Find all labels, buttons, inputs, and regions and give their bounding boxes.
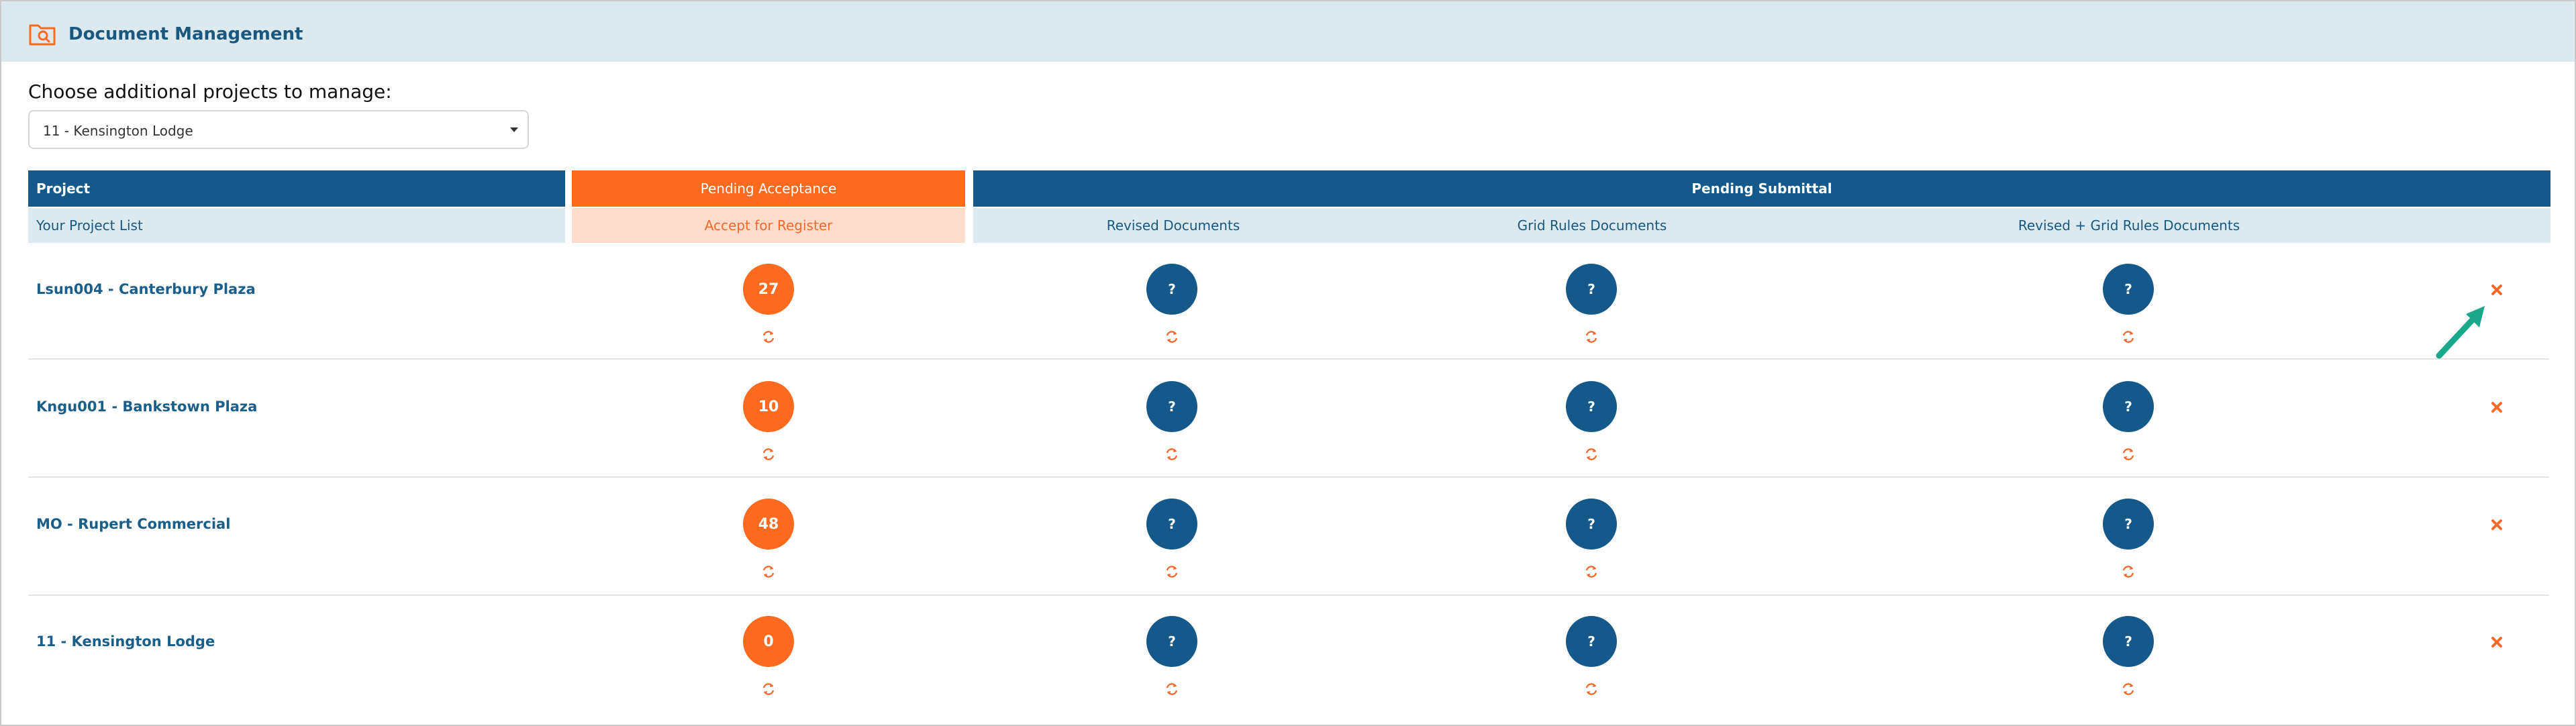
project-link[interactable]: Kngu001 - Bankstown Plaza [36,399,257,415]
refresh-icon[interactable] [2121,329,2136,344]
subheader-accept-for-register: Accept for Register [572,208,965,243]
close-icon[interactable] [2489,282,2504,297]
refresh-icon[interactable] [761,329,776,344]
revised-grid-docs-badge[interactable]: ? [2103,499,2154,550]
project-link[interactable]: 11 - Kensington Lodge [36,633,215,650]
project-select-value: 11 - Kensington Lodge [43,123,193,139]
subheader-revised-grid-rules-documents: Revised + Grid Rules Documents [2018,217,2240,234]
grid-rules-docs-badge[interactable]: ? [1566,381,1617,432]
refresh-icon[interactable] [2121,447,2136,462]
project-select[interactable]: 11 - Kensington Lodge [28,110,529,149]
row-divider [28,594,2549,596]
refresh-icon[interactable] [1584,447,1599,462]
header-pending-acceptance: Pending Acceptance [572,170,965,207]
refresh-icon[interactable] [1165,682,1179,696]
revised-docs-badge[interactable]: ? [1146,616,1197,667]
project-link[interactable]: Lsun004 - Canterbury Plaza [36,281,256,297]
page-title: Document Management [68,24,303,44]
close-icon[interactable] [2489,635,2504,650]
accept-count-badge[interactable]: 10 [743,381,794,432]
subheader-revised-documents: Revised Documents [1106,217,1240,234]
chevron-down-icon[interactable] [510,127,518,132]
refresh-icon[interactable] [2121,682,2136,696]
subheader-your-project-list: Your Project List [28,208,565,243]
revised-docs-badge[interactable]: ? [1146,264,1197,315]
accept-count-badge[interactable]: 48 [743,499,794,550]
grid-rules-docs-badge[interactable]: ? [1566,264,1617,315]
project-link[interactable]: MO - Rupert Commercial [36,516,230,532]
refresh-icon[interactable] [2121,564,2136,579]
revised-docs-badge[interactable]: ? [1146,381,1197,432]
refresh-icon[interactable] [761,564,776,579]
accept-count-badge[interactable]: 0 [743,616,794,667]
grid-rules-docs-badge[interactable]: ? [1566,616,1617,667]
revised-grid-docs-badge[interactable]: ? [2103,381,2154,432]
revised-docs-badge[interactable]: ? [1146,499,1197,550]
refresh-icon[interactable] [761,447,776,462]
accept-count-badge[interactable]: 27 [743,264,794,315]
grid-rules-docs-badge[interactable]: ? [1566,499,1617,550]
revised-grid-docs-badge[interactable]: ? [2103,616,2154,667]
refresh-icon[interactable] [1165,564,1179,579]
arrow-icon [2436,306,2485,359]
refresh-icon[interactable] [1584,329,1599,344]
refresh-icon[interactable] [1584,682,1599,696]
revised-grid-docs-badge[interactable]: ? [2103,264,2154,315]
refresh-icon[interactable] [1584,564,1599,579]
row-divider [28,476,2549,478]
document-management-panel: Document Management Choose additional pr… [0,0,2576,726]
panel-header: Document Management [1,1,2575,62]
close-icon[interactable] [2489,400,2504,415]
subheader-grid-rules-documents: Grid Rules Documents [1517,217,1667,234]
choose-projects-label: Choose additional projects to manage: [28,81,392,103]
refresh-icon[interactable] [761,682,776,696]
header-project: Project [28,170,565,207]
refresh-icon[interactable] [1165,447,1179,462]
header-pending-submittal: Pending Submittal [973,170,2550,207]
folder-search-icon [29,24,56,46]
close-icon[interactable] [2489,517,2504,532]
row-divider [28,358,2549,360]
refresh-icon[interactable] [1165,329,1179,344]
